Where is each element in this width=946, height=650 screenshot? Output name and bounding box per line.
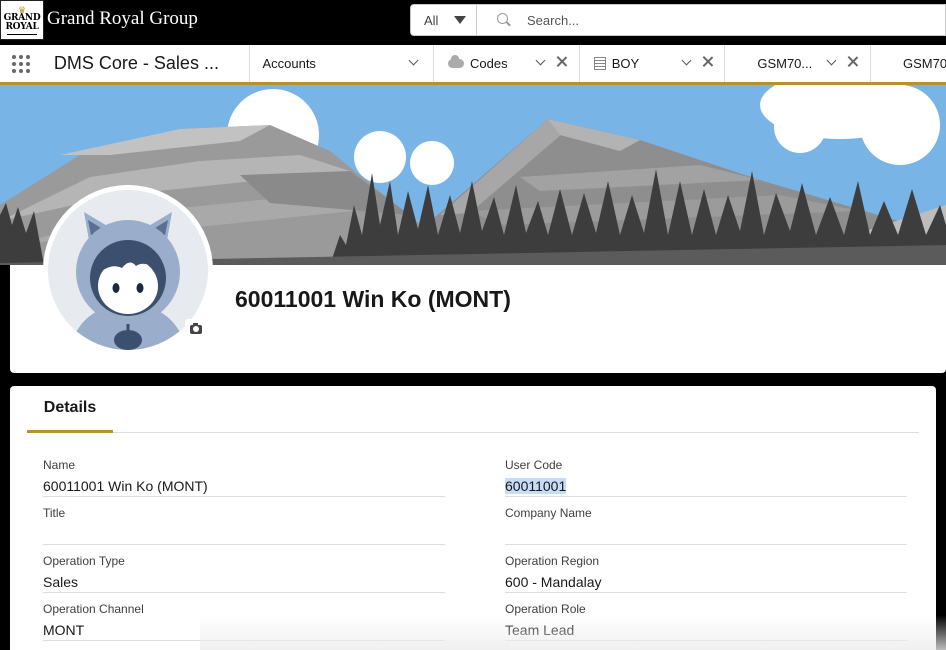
nav-tab-label: Codes <box>470 56 508 71</box>
field-operation-role: Operation Role Team Lead <box>505 593 907 641</box>
nav-tab-codes[interactable]: Codes <box>434 45 580 82</box>
field-label: Title <box>43 506 66 520</box>
cloud-icon <box>448 55 465 68</box>
logo-rule <box>7 33 37 35</box>
field-value-selected[interactable]: 60011001 <box>505 478 567 494</box>
nav-tab-gsm70-b[interactable]: GSM70 <box>871 45 946 82</box>
field-operation-channel: Operation Channel MONT <box>43 593 445 641</box>
close-icon[interactable] <box>847 56 858 67</box>
field-label: Name <box>43 458 76 472</box>
chevron-down-icon[interactable] <box>409 55 419 66</box>
field-name: Name 60011001 Win Ko (MONT) <box>43 449 445 497</box>
field-label: Operation Type <box>43 554 125 568</box>
chevron-down-icon[interactable] <box>681 55 692 66</box>
field-label: Operation Channel <box>43 602 144 616</box>
details-card: Details Name 60011001 Win Ko (MONT) User… <box>10 386 936 650</box>
building-icon <box>593 57 606 70</box>
global-header: ♛ GRAND ROYAL Grand Royal Group All <box>0 0 946 45</box>
tab-details[interactable]: Details <box>27 386 113 433</box>
company-logo[interactable]: ♛ GRAND ROYAL <box>0 0 44 40</box>
camera-icon[interactable] <box>185 319 207 339</box>
record-title: 60011001 Win Ko (MONT) <box>235 286 511 312</box>
close-icon[interactable] <box>556 56 567 67</box>
caret-down-icon <box>454 16 467 24</box>
chevron-down-icon[interactable] <box>535 55 546 66</box>
astro-avatar-icon <box>48 190 208 350</box>
field-title: Title <box>43 497 445 545</box>
search-input[interactable] <box>527 12 907 28</box>
global-search: All <box>410 4 946 36</box>
field-value[interactable]: Team Lead <box>505 622 574 638</box>
nav-tab-label: BOY <box>611 56 640 71</box>
field-user-code: User Code 60011001 <box>505 449 907 497</box>
nav-tab-label: GSM70 <box>903 56 946 71</box>
close-icon[interactable] <box>702 56 713 67</box>
nav-tab-label: GSM70... <box>757 56 813 71</box>
field-company-name: Company Name <box>505 497 907 545</box>
logo-text-line2: ROYAL <box>5 21 39 32</box>
field-value[interactable]: MONT <box>43 622 84 638</box>
brand-name: Grand Royal Group <box>47 8 198 29</box>
search-icon <box>497 13 511 27</box>
field-label: Operation Region <box>505 554 600 568</box>
nav-tab-gsm70-a[interactable]: GSM70... <box>725 45 871 82</box>
search-scope-dropdown[interactable]: All <box>411 5 477 35</box>
nav-tab-label: Accounts <box>262 56 316 71</box>
record-tabs: Details <box>27 386 919 433</box>
nav-tab-boy[interactable]: BOY <box>580 45 726 82</box>
field-value[interactable]: 600 - Mandalay <box>505 574 602 590</box>
field-label: User Code <box>505 458 563 472</box>
app-launcher-icon[interactable] <box>0 45 42 82</box>
app-navigation-bar: DMS Core - Sales ... Accounts Codes BOY … <box>0 45 946 85</box>
field-label: Company Name <box>505 506 592 520</box>
chevron-down-icon[interactable] <box>826 55 837 66</box>
search-scope-label: All <box>424 12 439 28</box>
field-label: Operation Role <box>505 602 586 616</box>
nav-tab-accounts[interactable]: Accounts <box>250 45 435 82</box>
field-operation-region: Operation Region 600 - Mandalay <box>505 545 907 593</box>
app-name: DMS Core - Sales ... <box>42 45 251 82</box>
field-value[interactable]: 60011001 Win Ko (MONT) <box>43 478 208 494</box>
field-value[interactable]: Sales <box>43 574 78 590</box>
field-operation-type: Operation Type Sales <box>43 545 445 593</box>
